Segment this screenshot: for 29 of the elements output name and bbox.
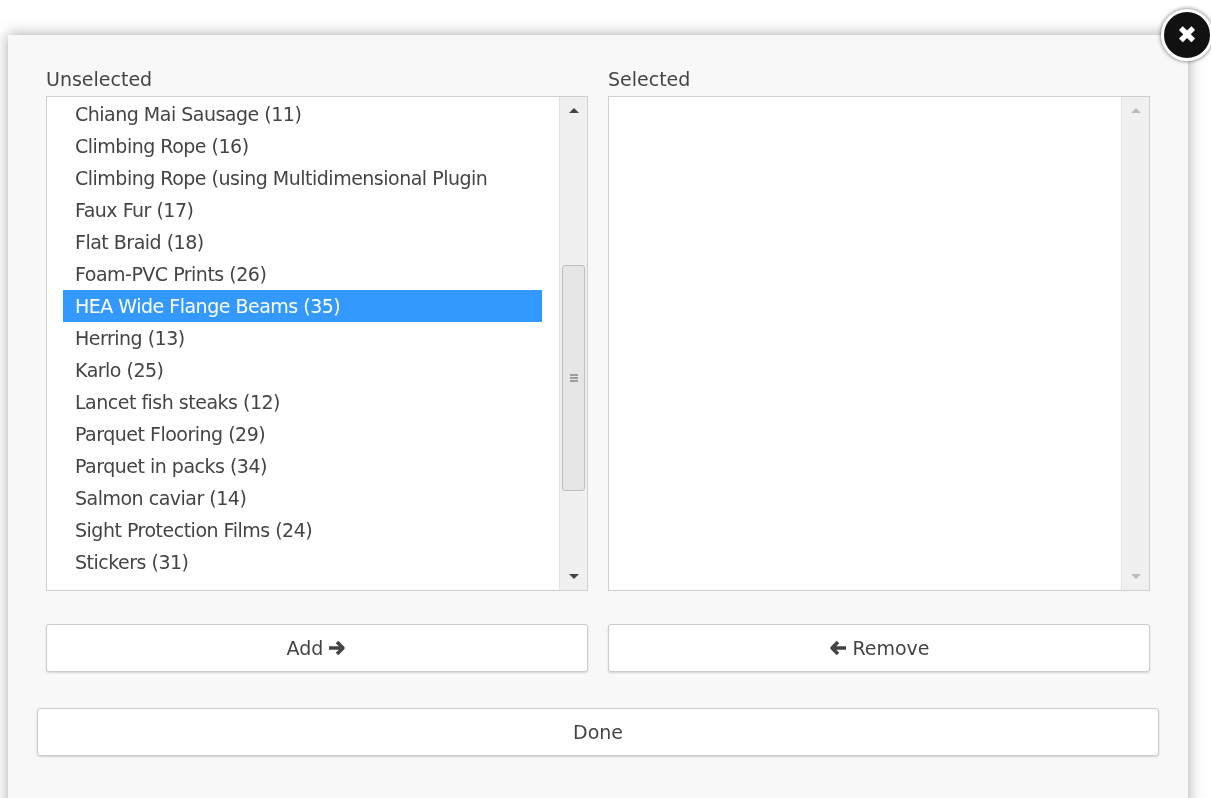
list-item[interactable]: Salmon caviar (14) <box>63 482 542 514</box>
scroll-up-icon[interactable] <box>567 107 580 114</box>
arrow-left-icon <box>828 639 849 657</box>
list-item[interactable]: Parquet Flooring (29) <box>63 418 542 450</box>
list-item[interactable]: Climbing Rope (16) <box>63 130 542 162</box>
list-label: Unselected <box>46 67 154 92</box>
list-item[interactable]: Chiang Mai Sausage (11) <box>63 98 542 130</box>
list-item[interactable]: Parquet in packs (34) <box>63 450 542 482</box>
close-button[interactable]: ✖ <box>1161 9 1211 61</box>
scroll-down-icon[interactable] <box>567 573 580 580</box>
grip-icon <box>568 374 579 382</box>
list-item[interactable]: Faux Fur (17) <box>63 194 542 226</box>
list-item[interactable]: Stickers (31) <box>63 546 542 578</box>
scroll-thumb[interactable] <box>562 265 585 491</box>
scrollbar[interactable] <box>559 97 587 590</box>
remove-button[interactable]: Remove <box>608 624 1150 672</box>
add-button[interactable]: Add <box>46 624 588 672</box>
list-item[interactable]: Climbing Rope (using Multidimensional Plugin <box>63 162 542 194</box>
list-item[interactable]: Karlo (25) <box>63 354 542 386</box>
arrow-right-icon <box>327 639 348 657</box>
list-label: Selected <box>608 67 692 92</box>
unselected-list[interactable] <box>46 96 588 591</box>
list-item[interactable]: Sight Protection Films (24) <box>63 514 542 546</box>
list-item[interactable]: Flat Braid (18) <box>63 226 542 258</box>
selected-list[interactable] <box>608 96 1150 591</box>
done-button[interactable]: Done <box>37 708 1159 756</box>
list-item[interactable]: Herring (13) <box>63 322 542 354</box>
list-item[interactable]: Lancet fish steaks (12) <box>63 386 542 418</box>
list-item[interactable]: Foam-PVC Prints (26) <box>63 258 542 290</box>
